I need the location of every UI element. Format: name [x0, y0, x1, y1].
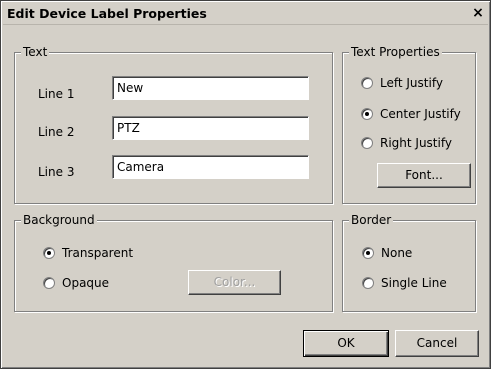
background-group: Background — [14, 213, 333, 312]
font-button[interactable]: Font... — [377, 163, 471, 188]
text-group-legend: Text — [21, 45, 50, 59]
line1-label: Line 1 — [38, 87, 75, 101]
border-none-radio[interactable]: None — [362, 246, 412, 260]
border-none-label: None — [381, 246, 413, 260]
text-properties-legend: Text Properties — [349, 45, 442, 59]
color-button: Color... — [188, 270, 281, 295]
line2-input[interactable] — [112, 116, 309, 140]
background-legend: Background — [21, 213, 97, 227]
center-justify-label: Center Justify — [380, 107, 461, 121]
left-justify-radio-dot — [361, 77, 373, 89]
line3-label: Line 3 — [38, 165, 75, 179]
cancel-button[interactable]: Cancel — [395, 330, 479, 357]
center-justify-radio[interactable]: Center Justify — [361, 107, 461, 121]
right-justify-radio-dot — [361, 137, 373, 149]
transparent-label: Transparent — [62, 246, 134, 260]
border-single-line-label: Single Line — [381, 276, 447, 290]
transparent-radio[interactable]: Transparent — [43, 246, 133, 260]
left-justify-radio[interactable]: Left Justify — [361, 76, 443, 90]
border-single-line-radio-dot — [362, 277, 374, 289]
line3-input[interactable] — [112, 155, 309, 179]
left-justify-label: Left Justify — [380, 76, 443, 90]
close-icon[interactable]: × — [470, 5, 486, 21]
opaque-label: Opaque — [62, 276, 110, 290]
border-single-line-radio[interactable]: Single Line — [362, 276, 447, 290]
line1-input[interactable] — [112, 76, 309, 100]
center-justify-radio-dot — [361, 108, 373, 120]
edit-device-label-dialog: Edit Device Label Properties × Text Line… — [0, 0, 491, 369]
dialog-title: Edit Device Label Properties — [7, 6, 207, 21]
border-group: Border — [342, 213, 476, 312]
opaque-radio-dot — [43, 277, 55, 289]
title-bar[interactable]: Edit Device Label Properties × — [3, 3, 488, 25]
right-justify-radio[interactable]: Right Justify — [361, 136, 452, 150]
border-legend: Border — [349, 213, 394, 227]
right-justify-label: Right Justify — [380, 136, 452, 150]
opaque-radio[interactable]: Opaque — [43, 276, 109, 290]
ok-button[interactable]: OK — [303, 330, 389, 357]
line2-label: Line 2 — [38, 125, 75, 139]
border-none-radio-dot — [362, 247, 374, 259]
transparent-radio-dot — [43, 247, 55, 259]
